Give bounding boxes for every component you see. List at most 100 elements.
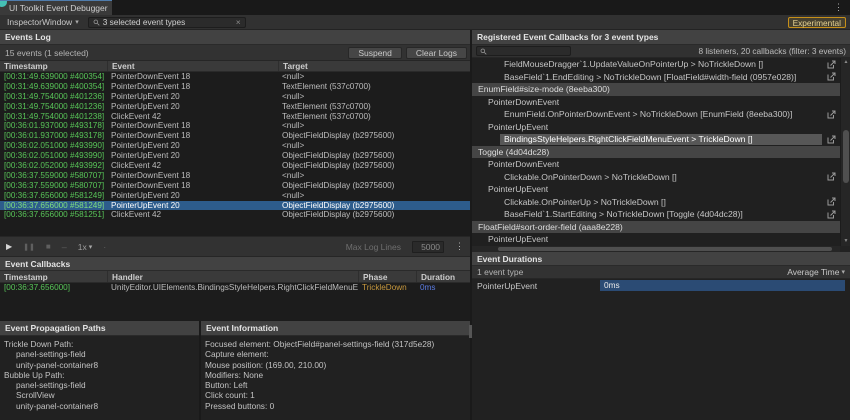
- event-callbacks-body: [00:36:37.656000] UnityEditor.UIElements…: [0, 283, 470, 321]
- tab-bar: UI Toolkit Event Debugger ⋮: [0, 0, 850, 15]
- scrollbar-thumb[interactable]: [843, 130, 849, 183]
- row-event: PointerUpEvent 20: [107, 191, 278, 201]
- callback-row[interactable]: BaseField`1.StartEditing > NoTrickleDown…: [472, 208, 840, 221]
- callback-timestamp: [00:36:37.656000]: [0, 283, 107, 293]
- duration-row[interactable]: PointerUpEvent0ms: [472, 280, 850, 292]
- callback-event-group[interactable]: PointerUpEvent: [472, 233, 840, 246]
- event-log-row[interactable]: [00:31:49.639000 #400354]PointerDownEven…: [0, 72, 470, 82]
- event-log-row[interactable]: [00:36:37.559000 #580707]PointerDownEven…: [0, 171, 470, 181]
- open-source-link-icon[interactable]: [827, 72, 836, 81]
- callback-element-group[interactable]: FloatField#sort-order-field (aaa8e228): [472, 221, 840, 234]
- event-log-row[interactable]: [00:31:49.639000 #400354]PointerDownEven…: [0, 82, 470, 92]
- callback-element-group[interactable]: Toggle (4d04dc28): [472, 146, 840, 159]
- row-event: PointerDownEvent 18: [107, 171, 278, 181]
- event-log-row[interactable]: [00:31:49.754000 #401236]PointerUpEvent …: [0, 102, 470, 112]
- event-log-row[interactable]: [00:36:01.937000 #493178]PointerDownEven…: [0, 131, 470, 141]
- event-log-row[interactable]: [00:31:49.754000 #401238]ClickEvent 42Te…: [0, 112, 470, 122]
- callback-event-group[interactable]: PointerUpEvent: [472, 121, 840, 134]
- row-timestamp: [00:36:37.559000 #580707]: [0, 171, 107, 181]
- event-log-row[interactable]: [00:36:37.656000 #581249]PointerUpEvent …: [0, 191, 470, 201]
- callback-row[interactable]: BindingsStyleHelpers.RightClickFieldMenu…: [472, 133, 840, 146]
- callbacks-search-input[interactable]: [476, 46, 571, 56]
- open-source-link-icon[interactable]: [827, 197, 836, 206]
- row-target: TextElement (537c0700): [278, 82, 470, 92]
- row-event: PointerUpEvent 20: [107, 141, 278, 151]
- info-line: Click count: 1: [201, 390, 470, 400]
- event-log-row[interactable]: [00:36:02.052000 #493992]ClickEvent 42Ob…: [0, 161, 470, 171]
- event-callbacks-column-header: Timestamp Handler Phase Duration: [0, 271, 470, 283]
- row-timestamp: [00:36:01.937000 #493178]: [0, 131, 107, 141]
- tab-ui-toolkit-event-debugger[interactable]: UI Toolkit Event Debugger: [0, 0, 112, 15]
- event-type-filter-search[interactable]: 3 selected event types ×: [88, 17, 246, 28]
- clear-logs-button[interactable]: Clear Logs: [406, 47, 467, 59]
- callback-label: Clickable.OnPointerDown > NoTrickleDown …: [504, 171, 677, 184]
- row-event: PointerUpEvent 20: [107, 92, 278, 102]
- pause-icon[interactable]: ❚❚: [23, 243, 35, 251]
- row-event: PointerDownEvent 18: [107, 131, 278, 141]
- open-source-link-icon[interactable]: [827, 210, 836, 219]
- callback-row[interactable]: BaseField`1.EndEditing > NoTrickleDown […: [472, 71, 840, 84]
- event-log-row[interactable]: [00:36:01.937000 #493178]PointerDownEven…: [0, 121, 470, 131]
- row-timestamp: [00:36:01.937000 #493178]: [0, 121, 107, 131]
- callback-label: PointerDownEvent: [488, 96, 559, 109]
- row-timestamp: [00:36:37.656000 #581249]: [0, 191, 107, 201]
- open-source-link-icon[interactable]: [827, 60, 836, 69]
- column-duration: Duration: [416, 271, 470, 282]
- chevron-down-icon: ▾: [75, 18, 79, 26]
- open-source-link-icon[interactable]: [827, 172, 836, 181]
- tab-status-dot-icon: [0, 0, 7, 7]
- callback-phase: TrickleDown: [358, 283, 416, 293]
- registered-callbacks-panel: 8 listeners, 20 callbacks (filter: 3 eve…: [472, 45, 850, 420]
- row-timestamp: [00:31:49.754000 #401236]: [0, 92, 107, 102]
- playback-speed-value: 1x: [78, 242, 87, 252]
- playback-speed-dropdown[interactable]: 1x ▾: [78, 242, 93, 252]
- window-menu-icon[interactable]: ⋮: [834, 0, 843, 15]
- callback-label: PointerDownEvent: [488, 158, 559, 171]
- callback-label: PointerUpEvent: [488, 183, 548, 196]
- event-log-row[interactable]: [00:36:37.656000 #581251]ClickEvent 42Ob…: [0, 210, 470, 220]
- search-icon: [480, 48, 487, 55]
- vertical-scrollbar[interactable]: ▲ ▼: [840, 58, 850, 246]
- average-time-dropdown[interactable]: Average Time ▾: [787, 267, 845, 277]
- column-phase: Phase: [358, 271, 416, 282]
- clear-search-icon[interactable]: ×: [236, 17, 241, 27]
- open-source-link-icon[interactable]: [827, 110, 836, 119]
- play-icon[interactable]: ▶: [6, 242, 12, 251]
- path-line: Trickle Down Path:: [0, 339, 199, 349]
- event-type-label: PointerUpEvent: [472, 281, 537, 291]
- callback-row[interactable]: FieldMouseDragger`1.UpdateValueOnPointer…: [472, 58, 840, 71]
- callback-event-group[interactable]: PointerDownEvent: [472, 158, 840, 171]
- stop-icon[interactable]: ■: [46, 242, 51, 251]
- panel-picker-dropdown[interactable]: InspectorWindow ▾: [3, 16, 83, 29]
- callback-label: BindingsStyleHelpers.RightClickFieldMenu…: [500, 134, 822, 145]
- max-log-lines-label: Max Log Lines: [346, 242, 401, 252]
- callback-element-group[interactable]: EnumField#size-mode (8eeba300): [472, 83, 840, 96]
- row-target: <null>: [278, 121, 470, 131]
- scroll-up-icon[interactable]: ▲: [841, 58, 850, 67]
- event-log-row[interactable]: [00:36:02.051000 #493990]PointerUpEvent …: [0, 141, 470, 151]
- suspend-button[interactable]: Suspend: [348, 47, 402, 59]
- event-callback-row[interactable]: [00:36:37.656000] UnityEditor.UIElements…: [0, 283, 470, 293]
- event-durations-header: Event Durations: [472, 252, 850, 266]
- search-input-value: 3 selected event types: [103, 17, 186, 27]
- path-line: Bubble Up Path:: [0, 370, 199, 380]
- registered-callbacks-header: Registered Event Callbacks for 3 event t…: [472, 30, 850, 45]
- row-event: PointerUpEvent 20: [107, 201, 278, 211]
- listeners-summary: 8 listeners, 20 callbacks (filter: 3 eve…: [698, 46, 846, 56]
- scroll-down-icon[interactable]: ▼: [841, 237, 850, 246]
- callback-row[interactable]: Clickable.OnPointerUp > NoTrickleDown []: [472, 196, 840, 209]
- event-log-row[interactable]: [00:36:37.656000 #581249]PointerUpEvent …: [0, 201, 470, 211]
- event-log-row[interactable]: [00:36:02.051000 #493990]PointerUpEvent …: [0, 151, 470, 161]
- callback-event-group[interactable]: PointerDownEvent: [472, 96, 840, 109]
- callback-row[interactable]: Clickable.OnPointerDown > NoTrickleDown …: [472, 171, 840, 184]
- row-timestamp: [00:31:49.754000 #401236]: [0, 102, 107, 112]
- callback-event-group[interactable]: PointerUpEvent: [472, 183, 840, 196]
- scrollbar-thumb[interactable]: [498, 247, 832, 251]
- max-log-lines-input[interactable]: 5000: [412, 241, 444, 253]
- event-log-row[interactable]: [00:31:49.754000 #401236]PointerUpEvent …: [0, 92, 470, 102]
- event-log-row[interactable]: [00:36:37.559000 #580707]PointerDownEven…: [0, 181, 470, 191]
- row-event: ClickEvent 42: [107, 112, 278, 122]
- log-options-menu-icon[interactable]: ⋮: [455, 241, 464, 252]
- callback-row[interactable]: EnumField.OnPointerDownEvent > NoTrickle…: [472, 108, 840, 121]
- open-source-link-icon[interactable]: [827, 135, 836, 144]
